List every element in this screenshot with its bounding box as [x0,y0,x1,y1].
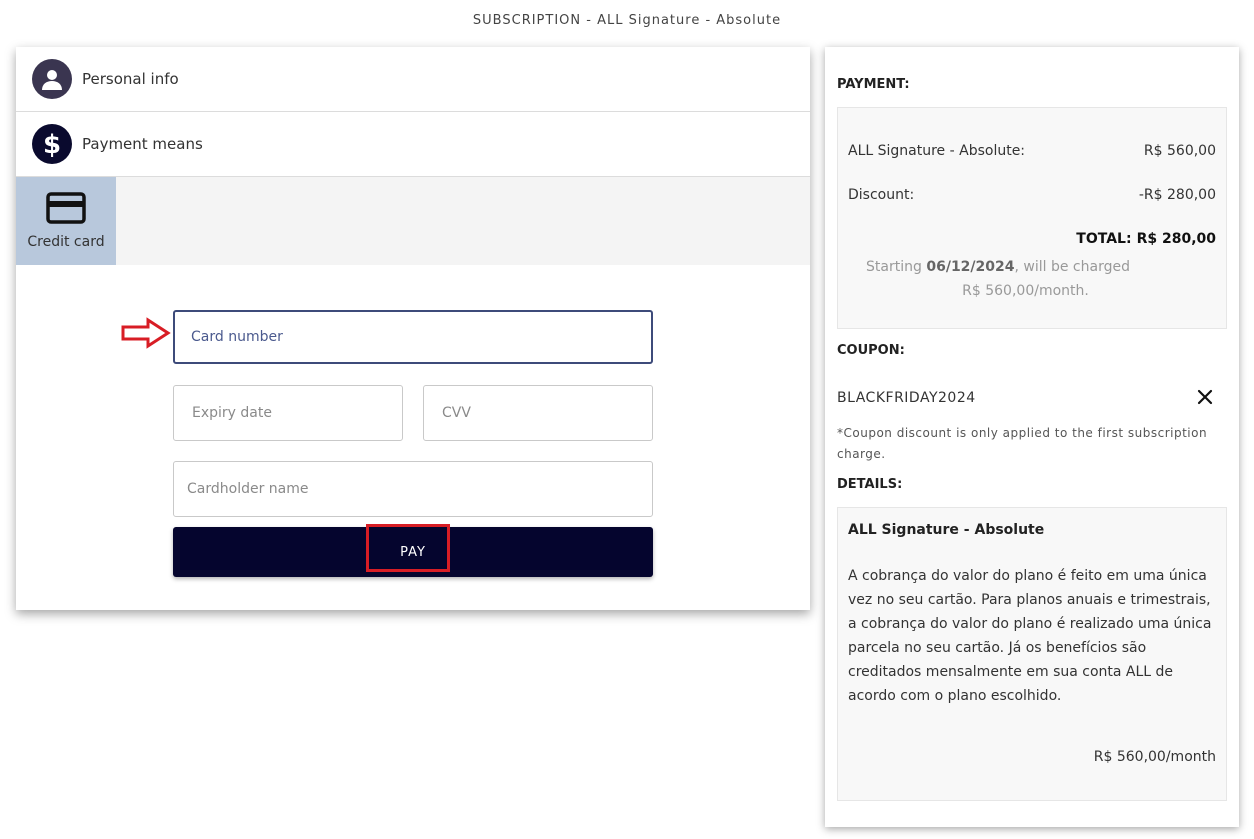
details-price: R$ 560,00/month [1093,749,1216,765]
cardholder-name-input[interactable] [174,462,652,516]
monthly-charge: R$ 560,00/month. [962,283,1089,299]
plan-label: ALL Signature - Absolute: [848,143,1026,159]
credit-card-icon [46,192,86,228]
discount-row: Discount: -R$ 280,00 [848,187,1216,203]
expiry-date-input[interactable] [174,386,402,440]
cardholder-name-field[interactable] [173,461,653,517]
starting-suffix: , will be charged [1014,259,1130,275]
recurring-charge-note: Starting 06/12/2024, will be charged R$ … [848,255,1148,303]
payment-summary-box: ALL Signature - Absolute: R$ 560,00 Disc… [837,107,1227,329]
red-arrow-annotation [121,317,171,349]
coupon-heading: COUPON: [837,343,905,358]
step-payment-means[interactable]: $ Payment means [16,112,810,177]
person-icon [32,59,72,99]
total-value: R$ 280,00 [1136,231,1216,247]
cvv-input[interactable] [424,386,652,440]
pay-button[interactable]: PAY [173,527,653,577]
cvv-field[interactable] [423,385,653,441]
total-row: TOTAL: R$ 280,00 [848,231,1216,247]
step-label-payment-means: Payment means [82,135,203,153]
remove-coupon-icon[interactable] [1195,387,1215,407]
card-number-input[interactable] [175,312,651,362]
discount-value: -R$ 280,00 [1138,187,1216,203]
dollar-icon: $ [32,124,72,164]
payment-heading: PAYMENT: [837,77,910,92]
details-plan-name: ALL Signature - Absolute [848,522,1045,538]
details-box: ALL Signature - Absolute A cobrança do v… [837,507,1227,801]
step-label-personal-info: Personal info [82,70,179,88]
coupon-note: *Coupon discount is only applied to the … [837,426,1208,461]
expiry-date-field[interactable] [173,385,403,441]
discount-label: Discount: [848,187,915,203]
svg-text:$: $ [43,130,61,159]
total-label: TOTAL: [1076,231,1132,247]
tab-credit-card[interactable]: Credit card [16,177,116,265]
order-summary-card: PAYMENT: ALL Signature - Absolute: R$ 56… [825,47,1239,827]
details-description: A cobrança do valor do plano é feito em … [848,568,1212,704]
tab-credit-card-label: Credit card [27,234,105,250]
checkout-form-card: Personal info $ Payment means Credit car… [16,47,810,610]
page-title: SUBSCRIPTION - ALL Signature - Absolute [472,13,782,28]
plan-price: R$ 560,00 [1143,143,1216,159]
step-personal-info[interactable]: Personal info [16,47,810,112]
card-number-field[interactable] [173,310,653,364]
starting-date: 06/12/2024 [926,259,1015,275]
payment-method-tabs: Credit card [16,177,810,265]
details-heading: DETAILS: [837,477,903,492]
plan-price-row: ALL Signature - Absolute: R$ 560,00 [848,143,1216,159]
starting-prefix: Starting [866,259,927,275]
coupon-code: BLACKFRIDAY2024 [837,390,976,406]
